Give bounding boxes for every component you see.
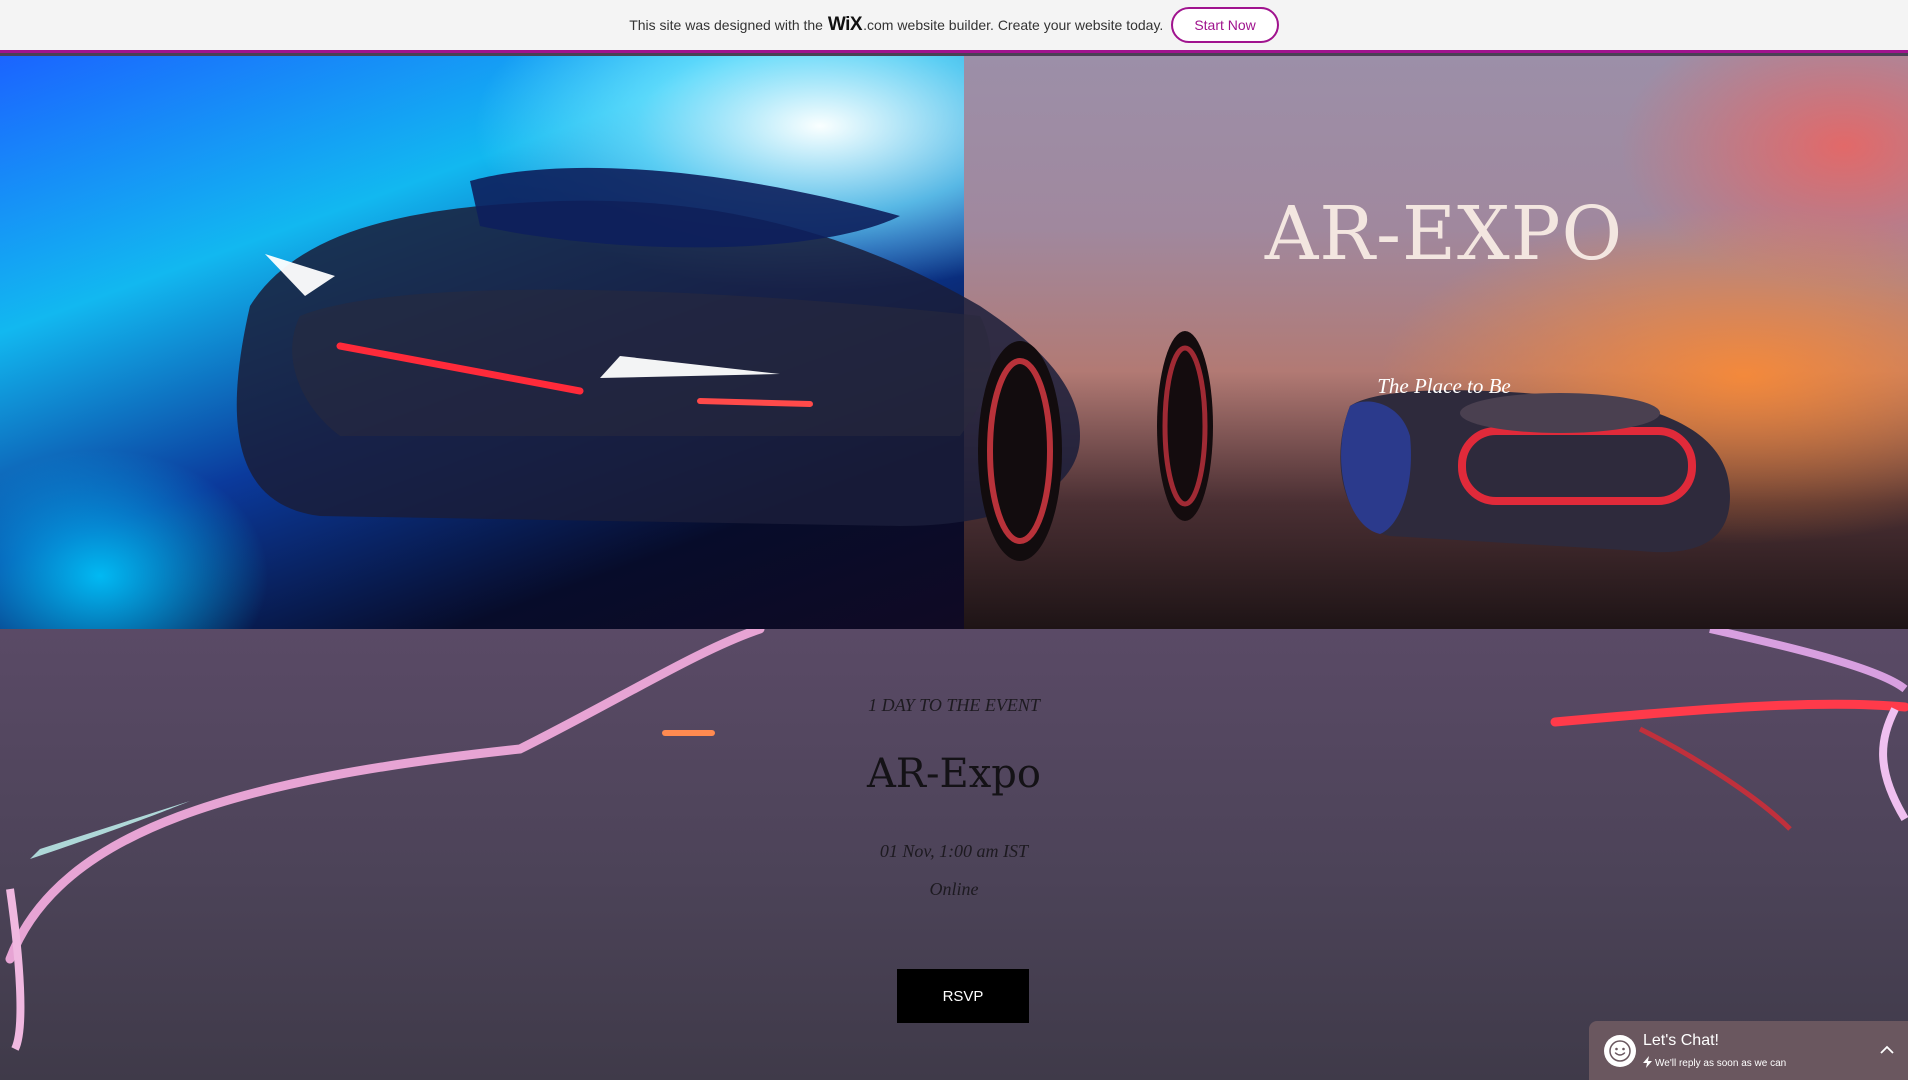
event-countdown: 1 DAY TO THE EVENT — [868, 695, 1040, 715]
event-section: 1 DAY TO THE EVENT AR-Expo 01 Nov, 1:00 … — [0, 629, 1908, 1080]
hero-cars-illustration — [236, 167, 1730, 561]
hero-tagline: The Place to Be — [1377, 374, 1511, 398]
chat-subtitle: We'll reply as soon as we can — [1655, 1058, 1787, 1069]
chevron-up-icon[interactable] — [1880, 1041, 1894, 1059]
chat-widget[interactable]: Let's Chat! We'll reply as soon as we ca… — [1589, 1021, 1908, 1080]
lightning-icon — [1643, 1056, 1652, 1071]
event-title: AR-Expo — [867, 751, 1041, 797]
event-location: Online — [929, 879, 979, 899]
banner-text-before: This site was designed with the — [629, 17, 823, 33]
event-date: 01 Nov, 1:00 am IST — [879, 841, 1029, 861]
hero-section: AR-EXPO The Place to Be — [0, 56, 1908, 629]
chat-title: Let's Chat! — [1643, 1032, 1719, 1049]
wix-banner: This site was designed with the WiX .com… — [0, 0, 1908, 53]
rsvp-button[interactable]: RSVP — [897, 969, 1029, 1023]
chat-subtitle-row: We'll reply as soon as we can — [1643, 1056, 1786, 1071]
wix-logo: WiX — [827, 14, 863, 35]
start-now-button[interactable]: Start Now — [1171, 7, 1279, 43]
wix-dotcom: .com — [863, 17, 894, 33]
hero-title: AR-EXPO — [1264, 191, 1624, 277]
smile-icon — [1604, 1035, 1636, 1067]
banner-text-after: website builder. Create your website tod… — [897, 17, 1164, 33]
